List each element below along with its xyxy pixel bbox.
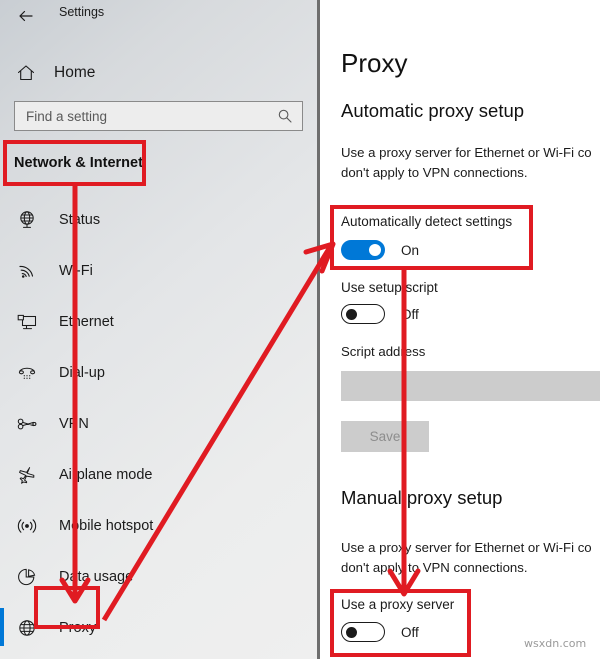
sidebar-item-wifi[interactable]: Wi-Fi (0, 245, 317, 296)
manual-proxy-description: Use a proxy server for Ethernet or Wi-Fi… (341, 538, 592, 578)
ethernet-icon (14, 309, 40, 335)
sidebar-item-dialup[interactable]: Dial-up (0, 347, 317, 398)
content-pane: Proxy Automatic proxy setup Use a proxy … (320, 0, 600, 659)
selection-accent-bar (0, 506, 4, 544)
page-title: Proxy (341, 48, 408, 78)
sidebar-category-label: Network & Internet (14, 154, 143, 171)
sidebar-nav-list: Status Wi-Fi Ethernet Dial-up VPN Airpla… (0, 194, 317, 653)
use-setup-script-label: Use setup script (341, 280, 438, 295)
toggle-knob (369, 244, 381, 256)
wifi-icon (14, 258, 40, 284)
sidebar-item-ethernet-label: Ethernet (59, 313, 114, 330)
selection-accent-bar (0, 251, 4, 289)
script-address-input[interactable] (341, 371, 600, 401)
sidebar-item-airplane-mode-label: Airplane mode (59, 466, 153, 483)
sidebar-item-status[interactable]: Status (0, 194, 317, 245)
sidebar-item-data-usage-label: Data usage (59, 568, 134, 585)
auto-detect-settings-toggle-row: On (341, 240, 419, 260)
sidebar-category-network-internet[interactable]: Network & Internet (0, 140, 317, 185)
manual-proxy-description-line2: don't apply to VPN connections. (341, 560, 528, 575)
sidebar-item-wifi-label: Wi-Fi (59, 262, 93, 279)
sidebar-item-mobile-hotspot-label: Mobile hotspot (59, 517, 154, 534)
settings-window: Settings Home Find a setting Network & I… (0, 0, 600, 659)
home-icon (12, 59, 40, 87)
use-proxy-server-toggle-row: Off (341, 622, 419, 642)
sidebar-item-proxy[interactable]: Proxy (0, 602, 317, 653)
use-proxy-server-toggle[interactable] (341, 622, 385, 642)
manual-proxy-setup-heading: Manual proxy setup (341, 487, 503, 508)
sidebar-item-ethernet[interactable]: Ethernet (0, 296, 317, 347)
toggle-knob (346, 308, 357, 320)
automatic-proxy-description: Use a proxy server for Ethernet or Wi-Fi… (341, 143, 592, 183)
window-title: Settings (59, 5, 105, 19)
sidebar-item-home-label: Home (54, 64, 96, 81)
data-usage-pie-icon (14, 564, 40, 590)
manual-proxy-description-line1: Use a proxy server for Ethernet or Wi-Fi… (341, 540, 592, 555)
selection-accent-bar (0, 353, 4, 391)
use-proxy-server-state: Off (401, 624, 419, 640)
use-setup-script-toggle[interactable] (341, 304, 385, 324)
sidebar-item-data-usage[interactable]: Data usage (0, 551, 317, 602)
selection-accent-bar (0, 200, 4, 238)
watermark: wsxdn.com (524, 637, 587, 650)
auto-detect-settings-state: On (401, 242, 420, 258)
automatic-proxy-description-line1: Use a proxy server for Ethernet or Wi-Fi… (341, 145, 592, 160)
sidebar-item-status-label: Status (59, 211, 101, 228)
selection-accent-bar (0, 455, 4, 493)
automatic-proxy-setup-heading: Automatic proxy setup (341, 100, 525, 121)
selection-accent-bar (0, 608, 4, 646)
use-setup-script-toggle-row: Off (341, 304, 419, 324)
automatic-proxy-description-line2: don't apply to VPN connections. (341, 165, 528, 180)
sidebar-item-home[interactable]: Home (0, 52, 317, 94)
auto-detect-settings-toggle[interactable] (341, 240, 385, 260)
selection-accent-bar (0, 404, 4, 442)
sidebar-item-vpn-label: VPN (59, 415, 89, 432)
dialup-phone-icon (14, 360, 40, 386)
title-bar: Settings (0, 0, 317, 32)
globe-status-icon (14, 207, 40, 233)
auto-detect-settings-label: Automatically detect settings (341, 214, 513, 229)
toggle-knob (346, 626, 357, 638)
globe-proxy-icon (14, 615, 40, 641)
sidebar-item-mobile-hotspot[interactable]: Mobile hotspot (0, 500, 317, 551)
use-proxy-server-label: Use a proxy server (341, 597, 455, 612)
back-arrow-icon[interactable] (14, 4, 38, 28)
hotspot-icon (14, 513, 40, 539)
selection-accent-bar (0, 557, 4, 595)
sidebar: Settings Home Find a setting Network & I… (0, 0, 317, 659)
sidebar-item-vpn[interactable]: VPN (0, 398, 317, 449)
use-setup-script-state: Off (401, 306, 419, 322)
airplane-icon (14, 462, 40, 488)
selection-accent-bar (0, 302, 4, 340)
save-button[interactable]: Save (341, 421, 429, 452)
sidebar-item-airplane-mode[interactable]: Airplane mode (0, 449, 317, 500)
script-address-label: Script address (341, 344, 426, 359)
sidebar-item-dialup-label: Dial-up (59, 364, 105, 381)
search-icon[interactable] (277, 108, 293, 124)
search-input[interactable]: Find a setting (14, 101, 303, 131)
sidebar-item-proxy-label: Proxy (59, 619, 97, 636)
vpn-key-icon (14, 411, 40, 437)
search-input-placeholder: Find a setting (26, 108, 108, 124)
